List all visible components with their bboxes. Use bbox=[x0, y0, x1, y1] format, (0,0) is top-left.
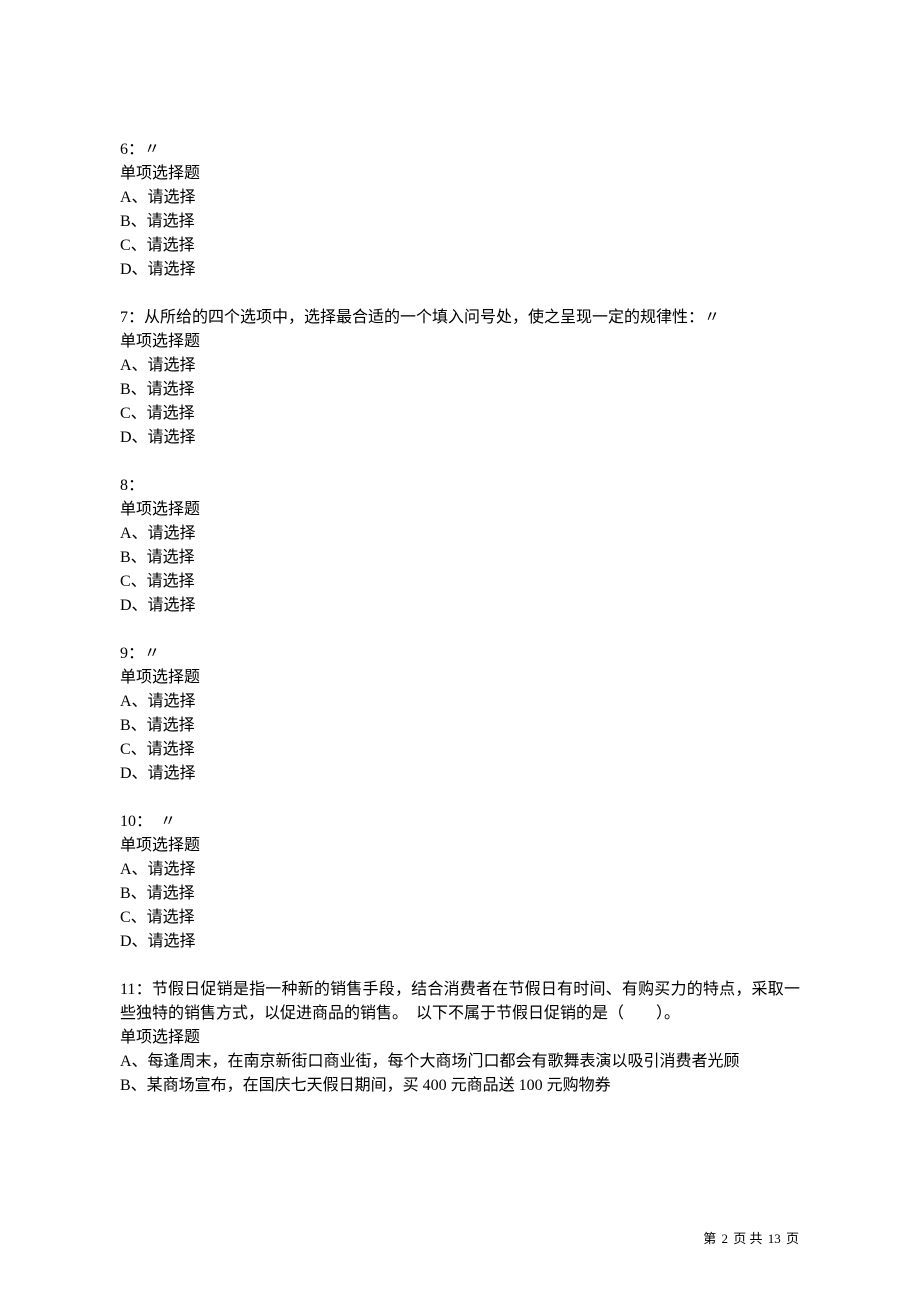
page-footer: 第 2 页 共 13 页 bbox=[702, 1228, 800, 1247]
option-c: C、请选择 bbox=[120, 906, 800, 930]
option-b: B、请选择 bbox=[120, 210, 800, 234]
option-b: B、某商场宣布，在国庆七天假日期间，买 400 元商品送 100 元购物券 bbox=[120, 1074, 800, 1098]
page-content: 6：〃 单项选择题 A、请选择 B、请选择 C、请选择 D、请选择 7：从所给的… bbox=[120, 138, 800, 1098]
question-stem: 10： 〃 bbox=[120, 810, 800, 834]
question-type: 单项选择题 bbox=[120, 1026, 800, 1050]
footer-current-page: 2 bbox=[721, 1231, 728, 1246]
option-d: D、请选择 bbox=[120, 594, 800, 618]
question-type: 单项选择题 bbox=[120, 498, 800, 522]
question-text: 从所给的四个选项中，选择最合适的一个填入问号处，使之呈现一定的规律性：〃 bbox=[144, 309, 720, 326]
question-stem: 7：从所给的四个选项中，选择最合适的一个填入问号处，使之呈现一定的规律性：〃 bbox=[120, 306, 800, 330]
footer-suffix: 页 bbox=[786, 1231, 799, 1246]
footer-mid: 页 共 bbox=[733, 1231, 762, 1246]
question-type: 单项选择题 bbox=[120, 162, 800, 186]
question-number: 10： bbox=[120, 813, 144, 830]
option-c: C、请选择 bbox=[120, 738, 800, 762]
question-stem: 6：〃 bbox=[120, 138, 800, 162]
option-c: C、请选择 bbox=[120, 402, 800, 426]
option-d: D、请选择 bbox=[120, 258, 800, 282]
question-type: 单项选择题 bbox=[120, 330, 800, 354]
question-11: 11：节假日促销是指一种新的销售手段，结合消费者在节假日有时间、有购买力的特点，… bbox=[120, 978, 800, 1098]
question-8: 8： 单项选择题 A、请选择 B、请选择 C、请选择 D、请选择 bbox=[120, 474, 800, 618]
option-a: A、请选择 bbox=[120, 522, 800, 546]
option-b: B、请选择 bbox=[120, 882, 800, 906]
question-text: 〃 bbox=[144, 645, 160, 662]
option-d: D、请选择 bbox=[120, 426, 800, 450]
question-stem: 8： bbox=[120, 474, 800, 498]
question-number: 6： bbox=[120, 141, 144, 158]
footer-prefix: 第 bbox=[703, 1231, 716, 1246]
question-number: 11： bbox=[120, 981, 152, 998]
option-b: B、请选择 bbox=[120, 546, 800, 570]
question-type: 单项选择题 bbox=[120, 834, 800, 858]
question-6: 6：〃 单项选择题 A、请选择 B、请选择 C、请选择 D、请选择 bbox=[120, 138, 800, 282]
option-a: A、请选择 bbox=[120, 690, 800, 714]
option-d: D、请选择 bbox=[120, 762, 800, 786]
question-number: 8： bbox=[120, 477, 144, 494]
question-number: 9： bbox=[120, 645, 144, 662]
option-c: C、请选择 bbox=[120, 570, 800, 594]
question-number: 7： bbox=[120, 309, 144, 326]
question-7: 7：从所给的四个选项中，选择最合适的一个填入问号处，使之呈现一定的规律性：〃 单… bbox=[120, 306, 800, 450]
question-stem: 11：节假日促销是指一种新的销售手段，结合消费者在节假日有时间、有购买力的特点，… bbox=[120, 978, 800, 1026]
option-a: A、每逢周末，在南京新街口商业街，每个大商场门口都会有歌舞表演以吸引消费者光顾 bbox=[120, 1050, 800, 1074]
option-d: D、请选择 bbox=[120, 930, 800, 954]
option-c: C、请选择 bbox=[120, 234, 800, 258]
option-a: A、请选择 bbox=[120, 354, 800, 378]
question-text: 节假日促销是指一种新的销售手段，结合消费者在节假日有时间、有购买力的特点，采取一… bbox=[120, 981, 800, 1022]
question-text: 〃 bbox=[144, 813, 176, 830]
question-type: 单项选择题 bbox=[120, 666, 800, 690]
option-b: B、请选择 bbox=[120, 714, 800, 738]
question-stem: 9：〃 bbox=[120, 642, 800, 666]
question-10: 10： 〃 单项选择题 A、请选择 B、请选择 C、请选择 D、请选择 bbox=[120, 810, 800, 954]
question-9: 9：〃 单项选择题 A、请选择 B、请选择 C、请选择 D、请选择 bbox=[120, 642, 800, 786]
document-page: 6：〃 单项选择题 A、请选择 B、请选择 C、请选择 D、请选择 7：从所给的… bbox=[0, 0, 920, 1302]
question-text: 〃 bbox=[144, 141, 160, 158]
option-a: A、请选择 bbox=[120, 186, 800, 210]
footer-total-pages: 13 bbox=[768, 1231, 781, 1246]
option-a: A、请选择 bbox=[120, 858, 800, 882]
option-b: B、请选择 bbox=[120, 378, 800, 402]
